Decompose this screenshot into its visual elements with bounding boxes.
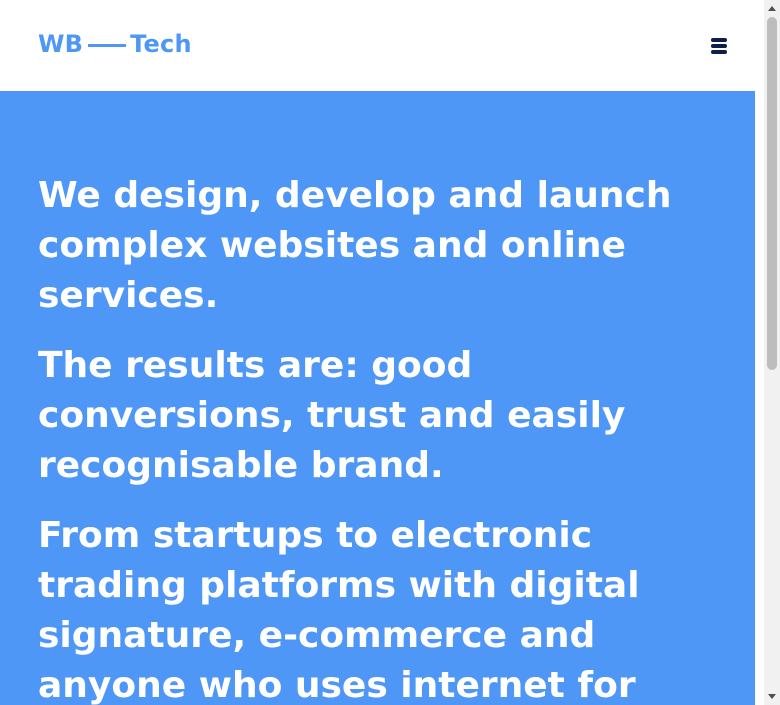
logo-text-wb: WB — [38, 30, 84, 58]
hamburger-menu-icon[interactable] — [708, 36, 730, 56]
scrollbar-thumb[interactable] — [767, 17, 777, 370]
site-header: WB Tech — [0, 0, 755, 91]
hero-section: We design, develop and launch complex we… — [0, 91, 755, 705]
site-logo[interactable]: WB Tech — [38, 29, 192, 59]
page-viewport: WB Tech We design, develop and launch co… — [0, 0, 764, 705]
vertical-scrollbar[interactable] — [764, 0, 780, 705]
scroll-up-arrow-icon[interactable] — [768, 6, 776, 11]
menu-bar-bottom — [711, 50, 727, 54]
menu-bar-middle — [711, 44, 727, 48]
logo-dash — [88, 43, 127, 47]
menu-bar-top — [711, 38, 727, 42]
logo-text-tech: Tech — [130, 30, 192, 58]
scroll-down-arrow-icon[interactable] — [768, 694, 776, 699]
hero-text: We design, develop and launch complex we… — [38, 171, 728, 705]
hero-paragraph-1: We design, develop and launch complex we… — [38, 175, 672, 316]
hero-paragraph-3: From startups to electronic trading plat… — [38, 515, 640, 705]
hero-paragraph-2: The results are: good conversions, trust… — [38, 345, 626, 486]
